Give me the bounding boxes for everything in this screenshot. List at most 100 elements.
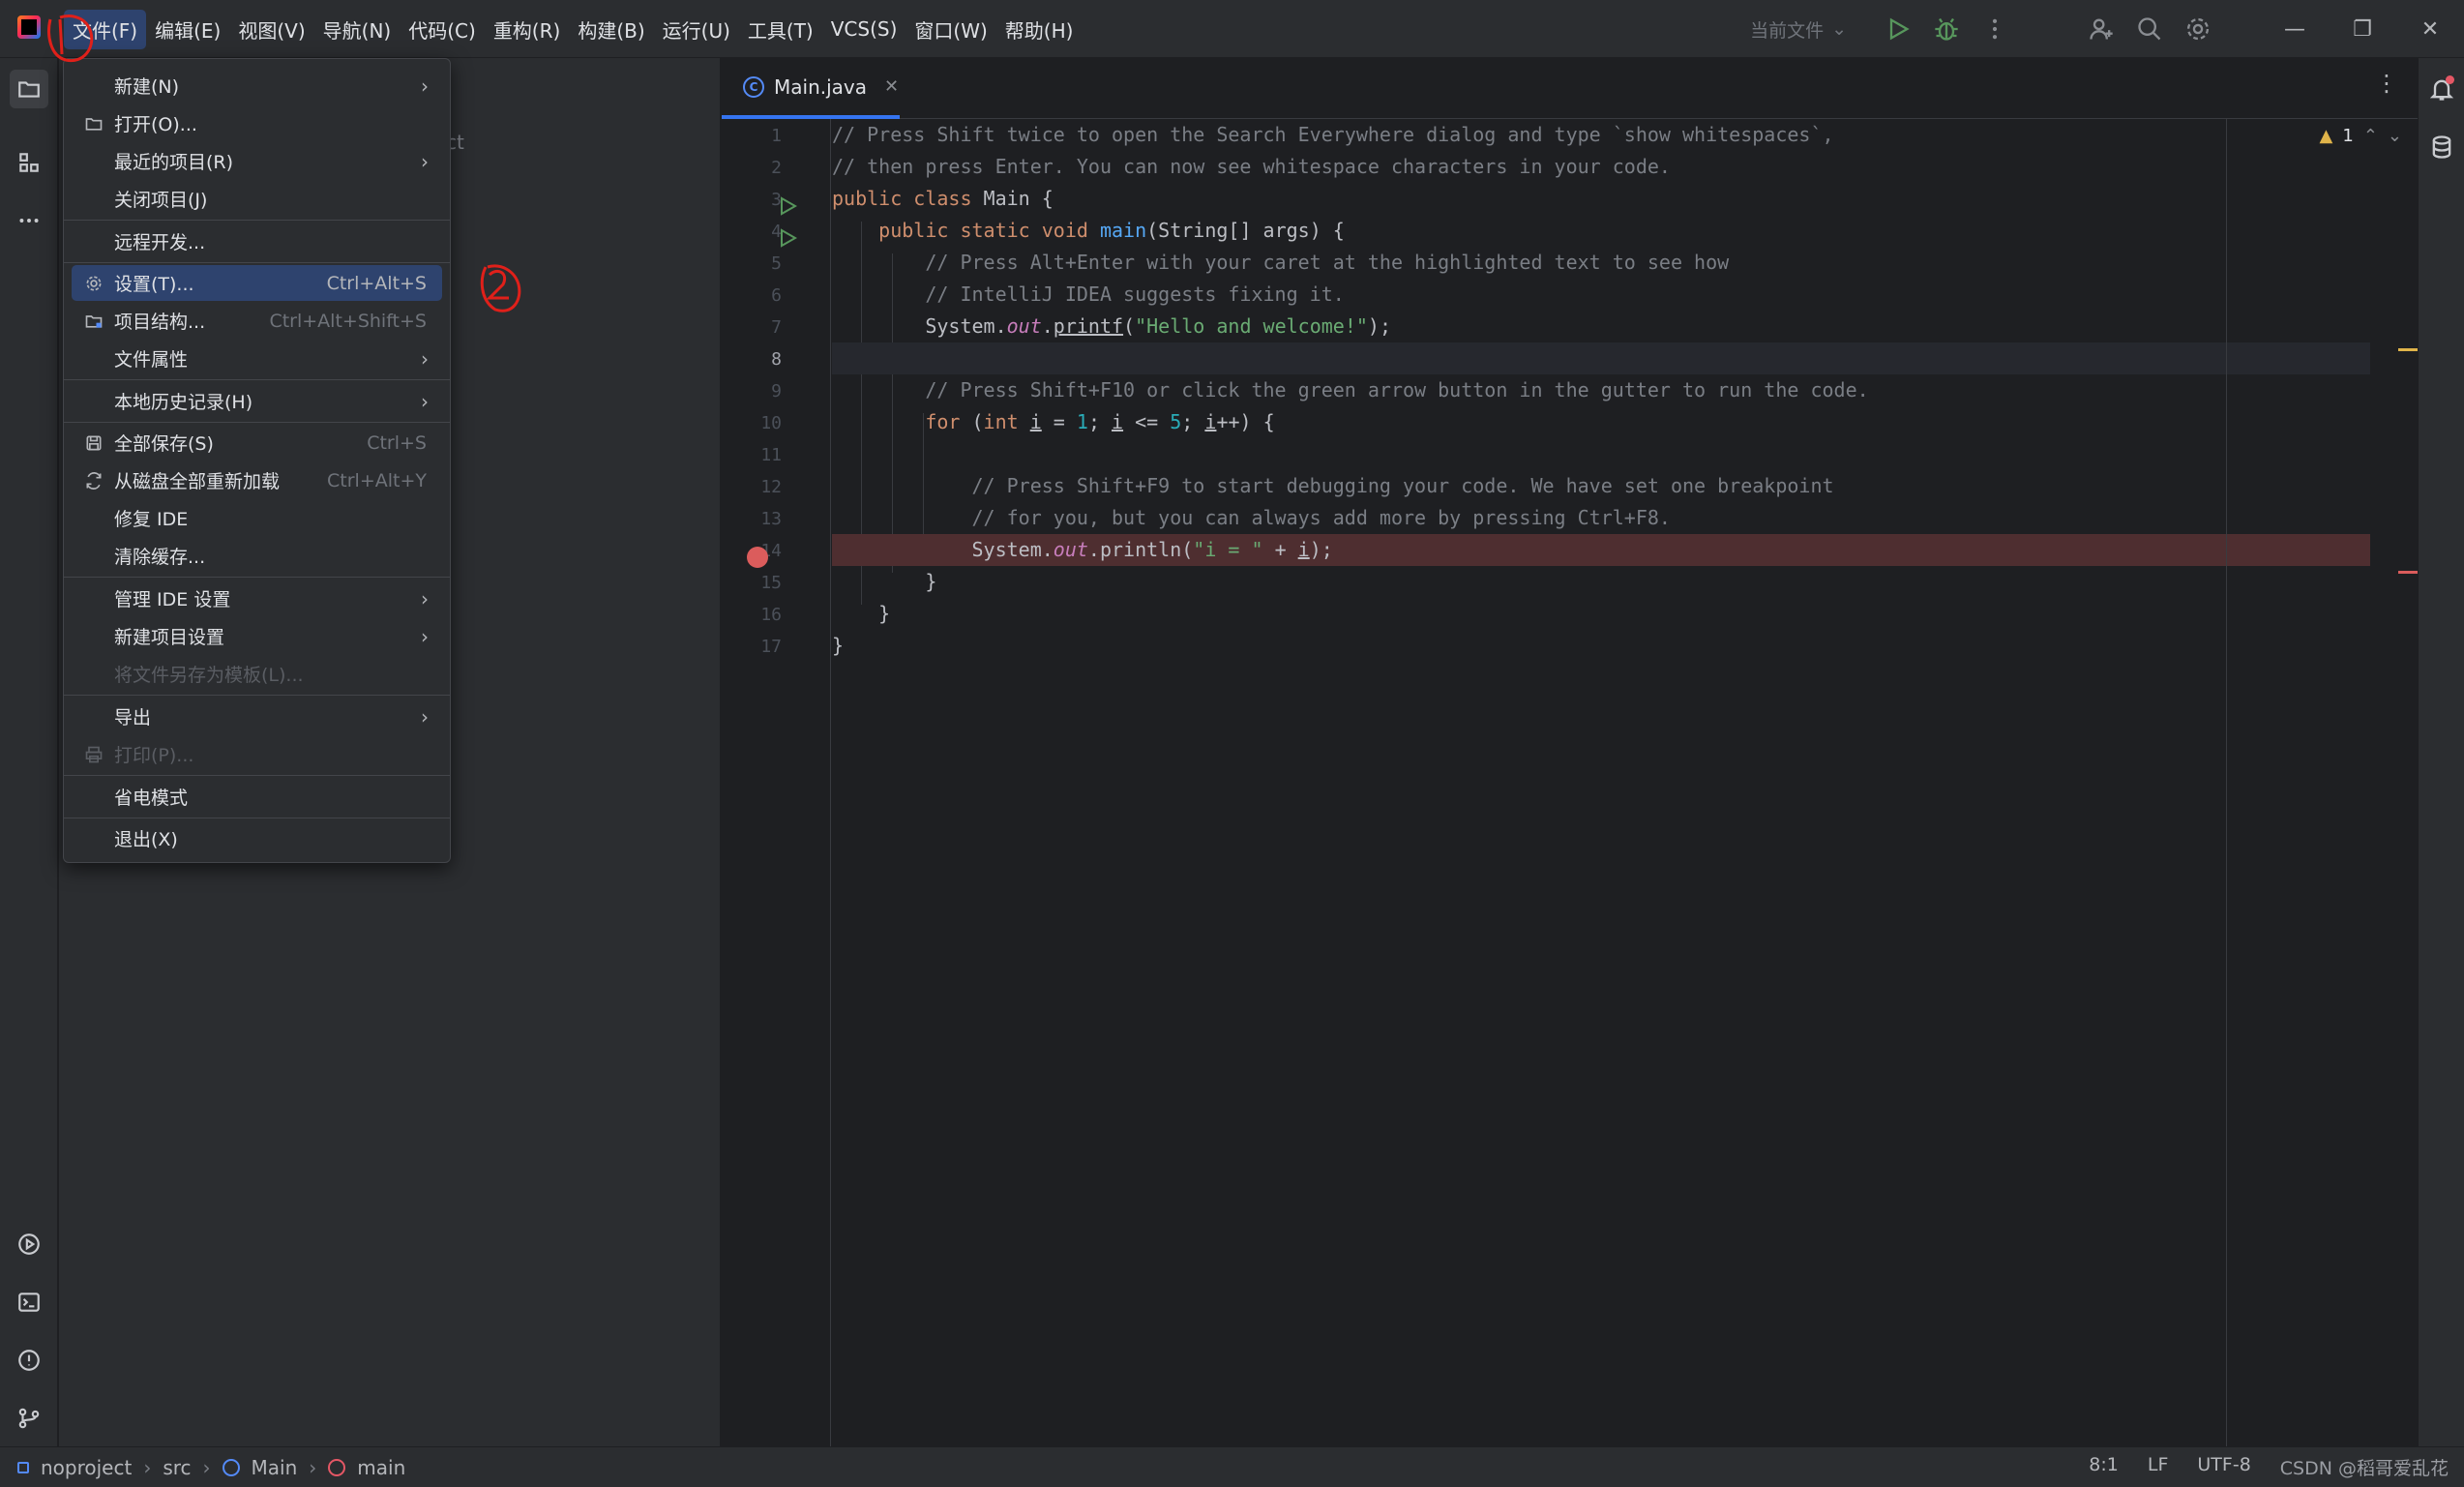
menu-navigate[interactable]: 导航(N)	[314, 10, 401, 49]
services-run-icon[interactable]	[10, 1225, 48, 1264]
menu-separator	[64, 262, 450, 263]
menu-item-label: 打印(P)...	[114, 745, 194, 766]
menu-item-close-project[interactable]: 关闭项目(J)	[72, 181, 442, 217]
menu-item-exit[interactable]: 退出(X)	[72, 820, 442, 856]
editor-area: C Main.java ✕ ⋮ 1 2 3 4 5 6 7 8 9 10 11 …	[722, 58, 2418, 1446]
code-line-16: }	[832, 602, 891, 625]
more-tools-icon[interactable]	[10, 201, 48, 240]
menu-run[interactable]: 运行(U)	[654, 10, 739, 49]
breakpoint-stripe-mark[interactable]	[2398, 571, 2418, 574]
menu-item-new[interactable]: 新建(N) ›	[72, 68, 442, 104]
close-window-button[interactable]: ✕	[2396, 0, 2464, 58]
line-number: 10	[760, 413, 782, 433]
database-icon[interactable]	[2428, 134, 2455, 161]
restore-button[interactable]: ❐	[2329, 0, 2396, 58]
menu-separator	[64, 379, 450, 380]
menu-item-settings[interactable]: 设置(T)... Ctrl+Alt+S	[72, 265, 442, 301]
close-icon[interactable]: ✕	[884, 76, 899, 97]
notification-badge	[2446, 75, 2454, 84]
gear-icon	[83, 273, 104, 294]
terminal-icon[interactable]	[10, 1283, 48, 1322]
chevron-right-icon: ›	[143, 1455, 152, 1479]
menu-view[interactable]: 视图(V)	[229, 10, 313, 49]
menu-item-export[interactable]: 导出 ›	[72, 699, 442, 734]
chevron-right-icon: ›	[421, 704, 429, 729]
line-number: 6	[771, 285, 782, 306]
menu-vcs[interactable]: VCS(S)	[822, 12, 906, 46]
breadcrumb-src[interactable]: src	[163, 1456, 191, 1479]
menu-item-save-all[interactable]: 全部保存(S) Ctrl+S	[72, 425, 442, 461]
intellij-logo-icon[interactable]	[17, 15, 41, 39]
menu-item-label: 新建项目设置	[114, 627, 225, 648]
menu-refactor[interactable]: 重构(R)	[485, 10, 570, 49]
tab-more-icon[interactable]: ⋮	[2375, 70, 2398, 97]
menu-item-label: 关闭项目(J)	[114, 190, 208, 211]
caret-position[interactable]: 8:1	[2089, 1454, 2119, 1480]
menu-help[interactable]: 帮助(H)	[996, 10, 1083, 49]
line-ending[interactable]: LF	[2148, 1454, 2169, 1480]
run-gutter-icon[interactable]	[778, 228, 797, 248]
chevron-right-icon: ›	[421, 149, 429, 173]
right-tool-strip	[2418, 58, 2464, 1446]
menu-item-label: 从磁盘全部重新加载	[114, 471, 281, 492]
menu-item-power-save[interactable]: 省电模式	[72, 779, 442, 815]
line-number: 9	[771, 381, 782, 401]
breadcrumb-method[interactable]: main	[357, 1456, 405, 1479]
line-number: 5	[771, 253, 782, 274]
menu-window[interactable]: 窗口(W)	[905, 10, 995, 49]
menu-item-label: 最近的项目(R)	[114, 152, 234, 173]
chevron-right-icon: ›	[421, 389, 429, 413]
menu-item-label: 打开(O)...	[114, 114, 197, 135]
menu-item-project-structure[interactable]: 项目结构... Ctrl+Alt+Shift+S	[72, 303, 442, 339]
menu-item-remote-dev[interactable]: 远程开发...	[72, 223, 442, 259]
menu-item-local-history[interactable]: 本地历史记录(H) ›	[72, 383, 442, 419]
status-widgets: 8:1 LF UTF-8 CSDN @稻哥爱乱花	[2089, 1454, 2449, 1480]
menu-edit[interactable]: 编辑(E)	[146, 10, 229, 49]
menu-item-manage-ide-settings[interactable]: 管理 IDE 设置 ›	[72, 580, 442, 616]
breadcrumb-project[interactable]: noproject	[41, 1456, 132, 1479]
menu-item-recent-projects[interactable]: 最近的项目(R) ›	[72, 143, 442, 179]
warning-stripe-mark[interactable]	[2398, 348, 2418, 351]
breadcrumb-class[interactable]: Main	[252, 1456, 298, 1479]
menu-build[interactable]: 构建(B)	[569, 10, 653, 49]
menu-item-repair-ide[interactable]: 修复 IDE	[72, 500, 442, 536]
structure-icon[interactable]	[10, 143, 48, 182]
menu-item-reload-from-disk[interactable]: 从磁盘全部重新加载 Ctrl+Alt+Y	[72, 462, 442, 498]
search-icon[interactable]	[2125, 0, 2174, 58]
chevron-up-icon[interactable]: ⌃	[2363, 126, 2378, 146]
chevron-down-icon[interactable]: ⌄	[2388, 126, 2402, 146]
project-folder-icon[interactable]	[10, 70, 48, 108]
breakpoint-icon[interactable]	[747, 547, 768, 568]
file-encoding[interactable]: UTF-8	[2197, 1454, 2250, 1480]
tab-main-java[interactable]: C Main.java ✕	[722, 58, 900, 119]
more-icon[interactable]	[1971, 0, 2019, 58]
inspection-widget[interactable]: ▲ 1 ⌃ ⌄	[2320, 126, 2402, 146]
title-bar: 文件(F) 编辑(E) 视图(V) 导航(N) 代码(C) 重构(R) 构建(B…	[0, 0, 2464, 58]
run-config-select[interactable]: 当前文件 ⌄	[1750, 16, 1847, 43]
menu-item-label: 新建(N)	[114, 76, 180, 98]
method-icon	[328, 1458, 346, 1476]
menu-file[interactable]: 文件(F)	[64, 9, 147, 49]
run-icon[interactable]	[1874, 0, 1922, 58]
code-line-9: // Press Shift+F10 or click the green ar…	[832, 378, 1869, 401]
left-tool-strip	[0, 58, 58, 1446]
menu-code[interactable]: 代码(C)	[400, 10, 485, 49]
menu-item-file-properties[interactable]: 文件属性 ›	[72, 341, 442, 376]
editor-tab-bar: C Main.java ✕ ⋮	[722, 58, 2418, 119]
debug-icon[interactable]	[1922, 0, 1971, 58]
menu-item-new-project-settings[interactable]: 新建项目设置 ›	[72, 618, 442, 654]
code-editor[interactable]: // Press Shift twice to open the Search …	[832, 119, 2370, 1446]
editor-gutter[interactable]: 1 2 3 4 5 6 7 8 9 10 11 12 13 14 15 16 1…	[722, 119, 830, 1446]
tab-filename: Main.java	[774, 74, 868, 99]
menu-item-invalidate-caches[interactable]: 清除缓存...	[72, 538, 442, 574]
minimize-button[interactable]: —	[2261, 0, 2329, 58]
menu-item-open[interactable]: 打开(O)...	[72, 105, 442, 141]
run-gutter-icon[interactable]	[778, 196, 797, 216]
problems-icon[interactable]	[10, 1341, 48, 1380]
menu-tools[interactable]: 工具(T)	[739, 10, 822, 49]
menu-item-label: 修复 IDE	[114, 509, 189, 530]
chevron-right-icon: ›	[309, 1455, 317, 1479]
git-branch-icon[interactable]	[10, 1399, 48, 1438]
settings-icon[interactable]	[2174, 0, 2222, 58]
add-user-icon[interactable]	[2077, 0, 2125, 58]
